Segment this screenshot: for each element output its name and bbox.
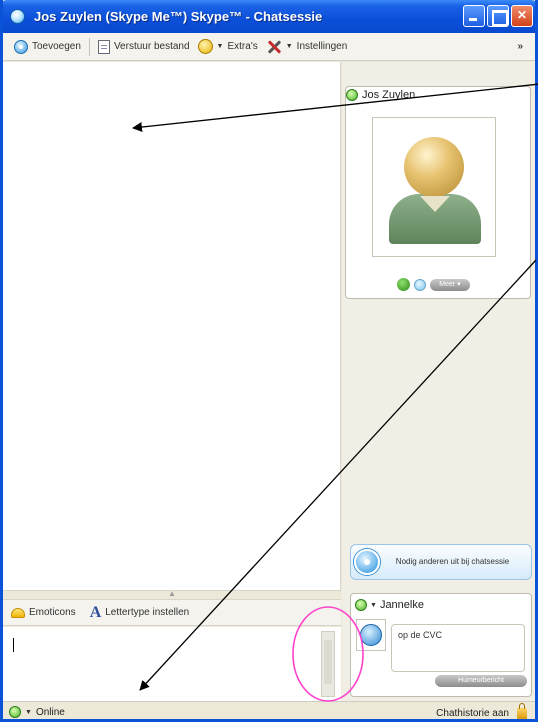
chevron-down-icon: ▼ [25,708,32,716]
font-settings-button[interactable]: A Lettertype instellen [90,604,190,622]
avatar-head [404,137,464,197]
status-selector[interactable]: ▼ Online [9,706,65,718]
call-icon[interactable] [397,278,410,291]
settings-label: Instellingen [296,41,348,52]
invite-icon [354,549,380,575]
add-label: Toevoegen [32,41,81,52]
contact-panel: Jos Zuylen Meer ▾ Nodig anderen uit bij … [342,62,535,701]
mood-message-field[interactable]: op de CVC [391,624,525,672]
online-status-icon [355,599,367,611]
lock-icon [517,703,527,719]
title-bar[interactable]: Jos Zuylen (Skype Me™) Skype™ - Chatsess… [3,0,535,33]
pane-splitter[interactable]: ▲ [3,589,341,600]
avatar-collar [420,196,450,212]
file-icon [97,39,110,54]
contact-actions: Meer ▾ [397,278,470,291]
minimize-button[interactable] [463,5,485,27]
chevron-down-icon: ▼ [285,43,293,50]
send-file-button[interactable]: Verstuur bestand [94,36,194,58]
my-name: Jannelke [379,599,424,611]
history-label: Chathistorie aan [436,707,509,719]
contact-name: Jos Zuylen [362,89,416,101]
mood-button[interactable]: Humeurbericht [435,675,527,687]
more-button[interactable]: Meer ▾ [430,278,470,291]
close-button[interactable]: ✕ [511,5,533,27]
status-bar: ▼ Online Chathistorie aan [3,701,535,719]
emoticons-button[interactable]: Emoticons [11,607,76,618]
chevron-down-icon: ▼ [216,43,224,50]
mood-message: op de CVC [398,630,443,640]
my-status-header[interactable]: ▼ Jannelke [355,599,424,611]
toolbar-overflow-button[interactable]: » [517,41,523,52]
input-scrollbar[interactable] [321,631,335,697]
contact-header[interactable]: Jos Zuylen [346,89,415,101]
video-icon[interactable] [414,278,426,291]
message-input[interactable] [3,627,341,701]
text-cursor [13,638,14,652]
online-status-icon [346,89,358,101]
extras-label: Extra's [227,41,258,52]
skype-icon [10,9,25,24]
emoticon-icon [11,607,25,618]
toolbar: Toevoegen Verstuur bestand ▼ Extra's ▼ I… [3,33,535,61]
font-settings-label: Lettertype instellen [105,607,190,618]
globe-icon [360,624,382,646]
add-contact-icon [14,39,28,54]
chat-history[interactable] [3,62,341,590]
settings-button[interactable]: ▼ Instellingen [262,36,352,58]
window-title: Jos Zuylen (Skype Me™) Skype™ - Chatsess… [34,9,323,24]
contact-avatar[interactable] [372,117,496,257]
extras-icon [197,39,213,54]
toolbar-separator [88,37,90,56]
chat-history-toggle[interactable]: Chathistorie aan [436,703,527,719]
invite-label: Nodig anderen uit bij chatsessie [395,557,510,566]
maximize-button[interactable] [487,5,509,27]
tools-icon [266,39,282,55]
online-status-icon [9,706,21,718]
chat-window: Jos Zuylen (Skype Me™) Skype™ - Chatsess… [0,0,538,722]
my-avatar[interactable] [356,619,386,651]
format-bar: Emoticons A Lettertype instellen [3,600,341,626]
font-icon: A [89,603,102,621]
extras-button[interactable]: ▼ Extra's [194,36,262,58]
emoticons-label: Emoticons [29,607,76,618]
invite-button[interactable]: Nodig anderen uit bij chatsessie [350,544,532,580]
add-button[interactable]: Toevoegen [10,36,85,58]
my-profile-panel: ▼ Jannelke op de CVC Humeurbericht [350,593,532,697]
send-file-label: Verstuur bestand [113,41,190,52]
status-label: Online [35,706,65,718]
chevron-down-icon: ▼ [370,601,377,609]
splitter-grip-icon: ▲ [168,589,176,598]
